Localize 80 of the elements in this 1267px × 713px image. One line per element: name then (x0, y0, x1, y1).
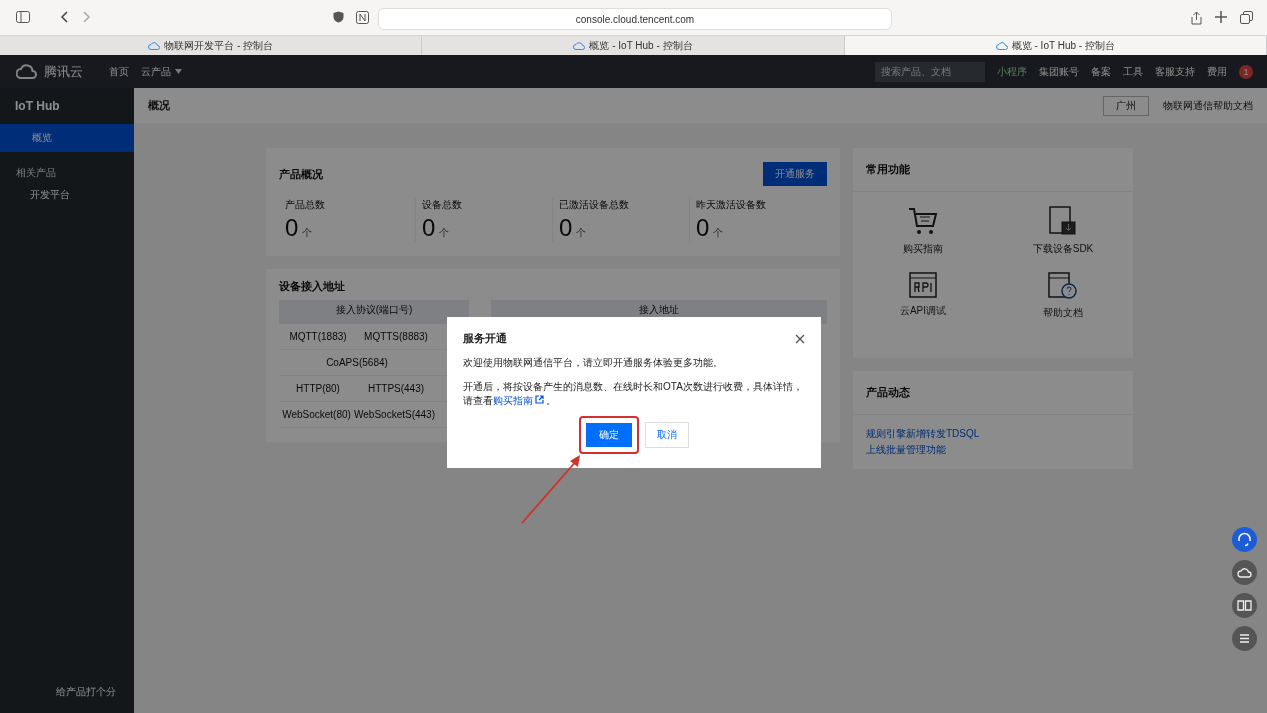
share-icon[interactable] (1191, 11, 1202, 25)
nav-link[interactable]: 备案 (1091, 64, 1111, 79)
dialog-text: 欢迎使用物联网通信平台，请立即开通服务体验更多功能。 (463, 356, 724, 370)
stat-label: 设备总数 (422, 198, 463, 212)
function-shortcut[interactable]: 下载设备SDK (993, 206, 1133, 256)
table-cell: MQTTS(8883) (364, 331, 428, 342)
headset-icon[interactable] (1232, 527, 1257, 552)
stat-value: 0 (559, 214, 573, 242)
shield-icon[interactable] (333, 11, 344, 23)
browser-tab[interactable]: 概览 - IoT Hub - 控制台 (844, 36, 1267, 55)
card-title: 产品概况 (279, 166, 323, 182)
stat-unit: 个 (302, 226, 313, 240)
feedback-link[interactable]: 给产品打个分 (56, 686, 116, 697)
table-cell: MQTT(1883) (289, 331, 347, 342)
table-cell: HTTP(80) (296, 383, 340, 394)
stat-unit: 个 (576, 226, 587, 240)
nav-link[interactable]: 集团账号 (1039, 64, 1079, 79)
back-icon[interactable] (60, 11, 68, 23)
address-bar[interactable]: console.cloud.tencent.com (378, 8, 892, 30)
cancel-button[interactable]: 取消 (645, 422, 689, 448)
table-cell: WebSocketS(443) (354, 409, 435, 420)
region-selector[interactable]: 广州 (1103, 95, 1149, 116)
confirm-button[interactable]: 确定 (586, 423, 632, 447)
brand-logo-text[interactable]: 腾讯云 (44, 62, 83, 81)
function-shortcut[interactable]: 购买指南 (853, 206, 993, 256)
stat-value: 0 (696, 214, 710, 242)
table-cell: WebSocket(80) (282, 409, 351, 420)
close-icon[interactable] (795, 333, 805, 344)
stat-unit: 个 (439, 226, 450, 240)
cloud-logo-icon (16, 64, 38, 79)
function-shortcut[interactable]: 帮助文档 (993, 272, 1133, 320)
function-shortcut[interactable]: 云API调试 (853, 272, 993, 320)
nav-link[interactable]: 费用 (1207, 64, 1227, 79)
cloud-icon (995, 41, 1008, 50)
stat-unit: 个 (713, 226, 724, 240)
card-title: 产品动态 (853, 371, 1133, 415)
sidebar-item[interactable]: 概览 (0, 124, 134, 152)
stat-label: 昨天激活设备数 (696, 198, 767, 212)
help-doc-link[interactable]: 物联网通信帮助文档 (1163, 98, 1253, 113)
nav-link[interactable]: 工具 (1123, 64, 1143, 79)
stat-value: 0 (422, 214, 436, 242)
help-document-icon (1048, 272, 1078, 300)
stat-value: 0 (285, 214, 299, 242)
dialog-text: 开通后，将按设备产生的消息数、在线时长和OTA次数进行收费，具体详情，请查看购买指南 。 (463, 380, 804, 408)
notification-badge[interactable]: 1 (1239, 64, 1253, 79)
products-menu[interactable]: 云产品 (141, 64, 171, 79)
document-download-icon (1049, 206, 1077, 236)
page-title: 概况 (148, 98, 170, 113)
cloud-icon (573, 41, 586, 50)
cloud-icon (148, 41, 161, 50)
news-link[interactable]: 规则引擎新增转发TDSQL (866, 427, 1120, 441)
sidebar-link[interactable]: 开发平台 (0, 184, 134, 206)
activate-service-button[interactable]: 开通服务 (763, 162, 827, 186)
card-title: 常用功能 (853, 148, 1133, 192)
sidebar-title: IoT Hub (14, 98, 61, 115)
table-cell: HTTPS(443) (367, 383, 425, 394)
api-window-icon (909, 272, 937, 298)
list-icon[interactable] (1232, 626, 1257, 651)
sidebar-icon[interactable] (16, 11, 30, 23)
sidebar-section-label: 相关产品 (15, 166, 57, 180)
cart-icon (908, 206, 938, 236)
mini-program-link[interactable]: 小程序 (997, 64, 1027, 79)
card-title: 设备接入地址 (279, 279, 346, 294)
cloud-icon[interactable] (1232, 560, 1257, 585)
stat-label: 产品总数 (285, 198, 326, 212)
plus-icon[interactable] (1215, 11, 1227, 23)
purchase-guide-link[interactable]: 购买指南 (493, 395, 533, 406)
nav-link[interactable]: 客服支持 (1155, 64, 1195, 79)
news-link[interactable]: 上线批量管理功能 (866, 443, 1120, 457)
url-text: console.cloud.tencent.com (575, 13, 695, 25)
caret-icon (175, 69, 182, 74)
stat-label: 已激活设备总数 (559, 198, 630, 212)
book-icon[interactable] (1232, 593, 1257, 618)
table-header: 接入协议(端口号) (279, 300, 469, 324)
home-link[interactable]: 首页 (109, 64, 129, 79)
dialog-title: 服务开通 (463, 331, 507, 346)
tabs-icon[interactable] (1240, 11, 1253, 24)
table-cell: CoAPS(5684) (326, 357, 388, 368)
external-link-icon (535, 395, 544, 404)
notes-icon[interactable] (356, 11, 369, 24)
